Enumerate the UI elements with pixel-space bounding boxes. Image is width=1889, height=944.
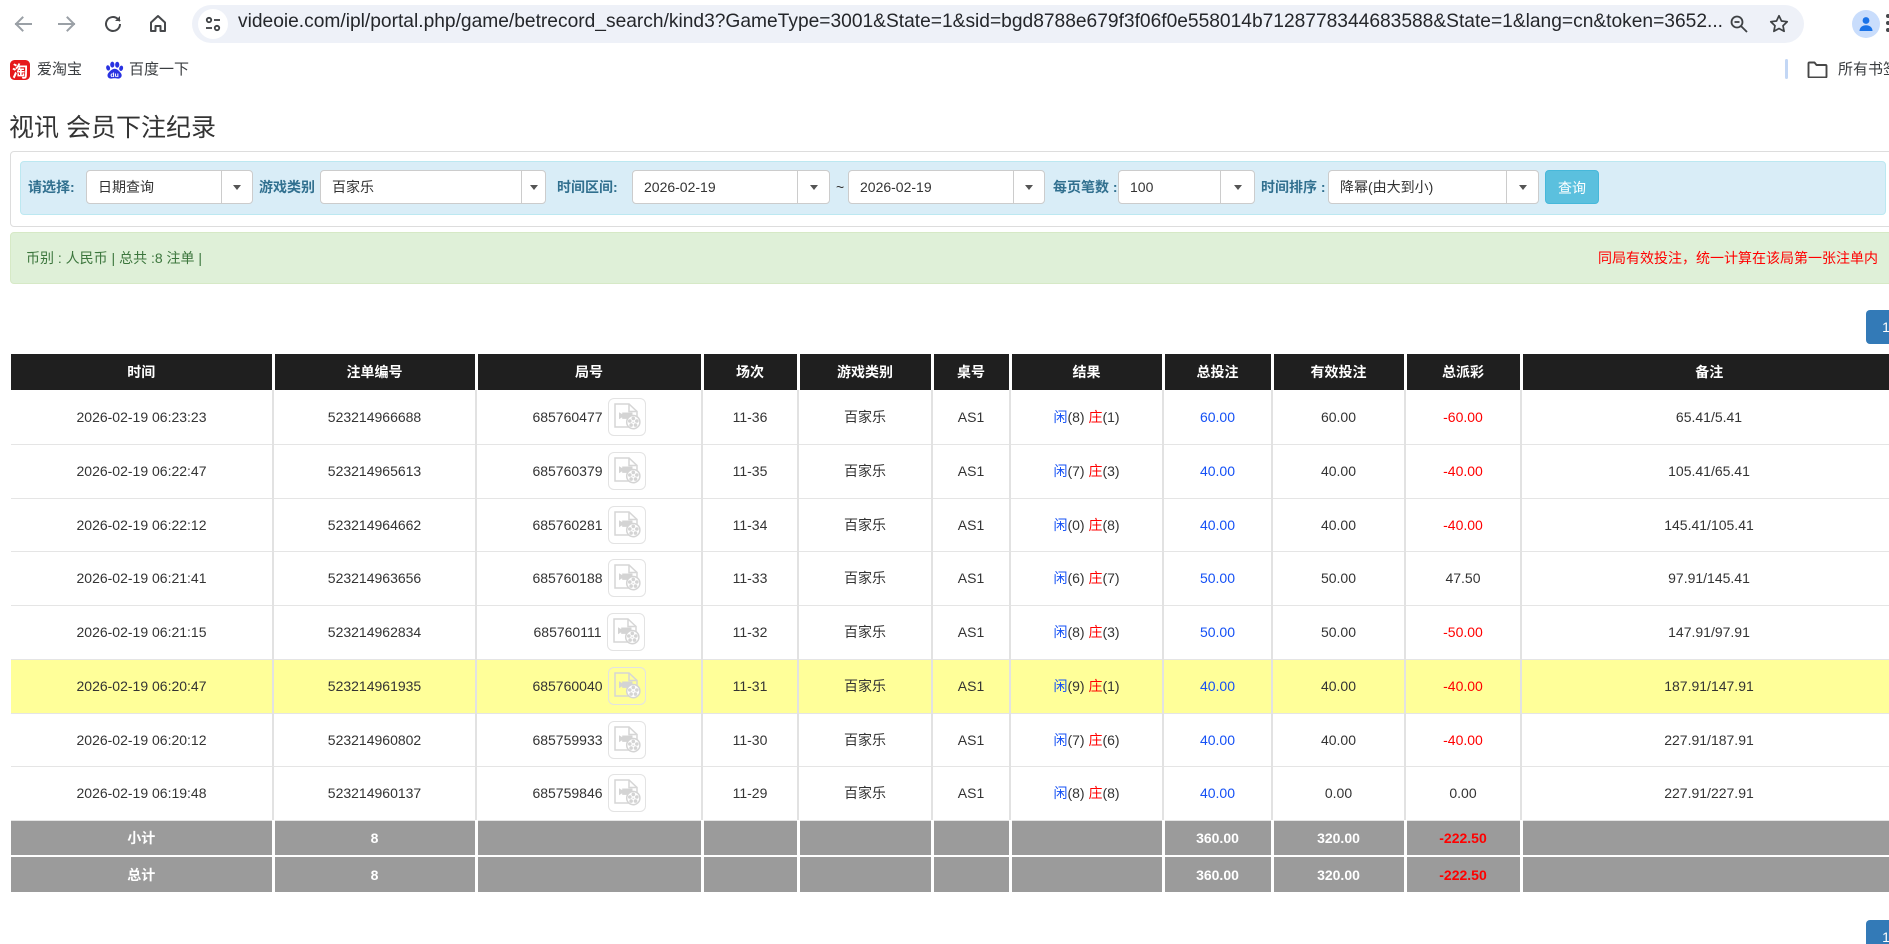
svg-text:du: du xyxy=(110,72,118,79)
